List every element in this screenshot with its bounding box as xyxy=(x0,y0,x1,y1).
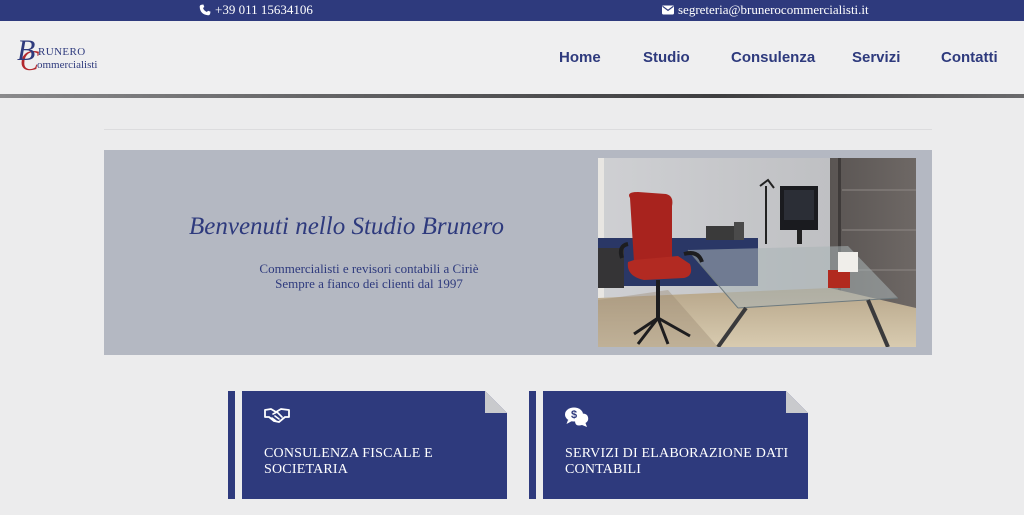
card-accent-stripe xyxy=(529,391,536,499)
card-folded-corner xyxy=(786,391,808,413)
phone-number: +39 011 15634106 xyxy=(215,2,313,17)
logo-word-commercialisti: ommercialisti xyxy=(37,59,98,71)
card-body: $ SERVIZI DI ELABORAZIONE DATI CONTABILI xyxy=(543,391,808,499)
hero-subtitle: Commercialisti e revisori contabili a Ci… xyxy=(208,261,530,291)
phone-icon xyxy=(199,4,211,16)
logo-initial-b: B xyxy=(17,34,36,67)
top-contact-bar: +39 011 15634106 segreteria@brunerocomme… xyxy=(0,0,1024,21)
email-address: segreteria@brunerocommercialisti.it xyxy=(678,2,869,17)
office-photo xyxy=(598,158,916,347)
brand-logo[interactable]: C B RUNERO ommercialisti xyxy=(17,34,107,78)
hero-title: Benvenuti nello Studio Brunero xyxy=(189,213,504,240)
phone-contact[interactable]: +39 011 15634106 xyxy=(199,2,313,18)
card-folded-corner xyxy=(485,391,507,413)
nav-contatti[interactable]: Contatti xyxy=(941,49,998,66)
chat-dollar-icon: $ xyxy=(565,407,589,432)
handshake-icon xyxy=(264,407,290,428)
service-card-servizi[interactable]: $ SERVIZI DI ELABORAZIONE DATI CONTABILI xyxy=(529,391,808,499)
nav-home[interactable]: Home xyxy=(559,49,601,66)
nav-studio[interactable]: Studio xyxy=(643,49,690,66)
hero-subtitle-line-1: Commercialisti e revisori contabili a Ci… xyxy=(259,261,479,276)
nav-consulenza[interactable]: Consulenza xyxy=(731,49,815,66)
envelope-icon xyxy=(662,5,674,15)
logo-word-brunero: RUNERO xyxy=(38,46,86,58)
svg-text:$: $ xyxy=(571,409,577,421)
hero-subtitle-line-2: Sempre a fianco dei clienti dal 1997 xyxy=(275,276,463,291)
card-body: CONSULENZA FISCALE E SOCIETARIA xyxy=(242,391,507,499)
hero-banner: Benvenuti nello Studio Brunero Commercia… xyxy=(104,150,932,355)
card-accent-stripe xyxy=(228,391,235,499)
card-label: SERVIZI DI ELABORAZIONE DATI CONTABILI xyxy=(565,446,789,477)
section-divider xyxy=(104,129,932,130)
nav-servizi[interactable]: Servizi xyxy=(852,49,900,66)
site-header: C B RUNERO ommercialisti Home Studio Con… xyxy=(0,21,1024,94)
email-contact[interactable]: segreteria@brunerocommercialisti.it xyxy=(662,2,869,18)
service-card-consulenza[interactable]: CONSULENZA FISCALE E SOCIETARIA xyxy=(228,391,507,499)
header-divider xyxy=(0,94,1024,98)
card-label: CONSULENZA FISCALE E SOCIETARIA xyxy=(264,446,433,477)
